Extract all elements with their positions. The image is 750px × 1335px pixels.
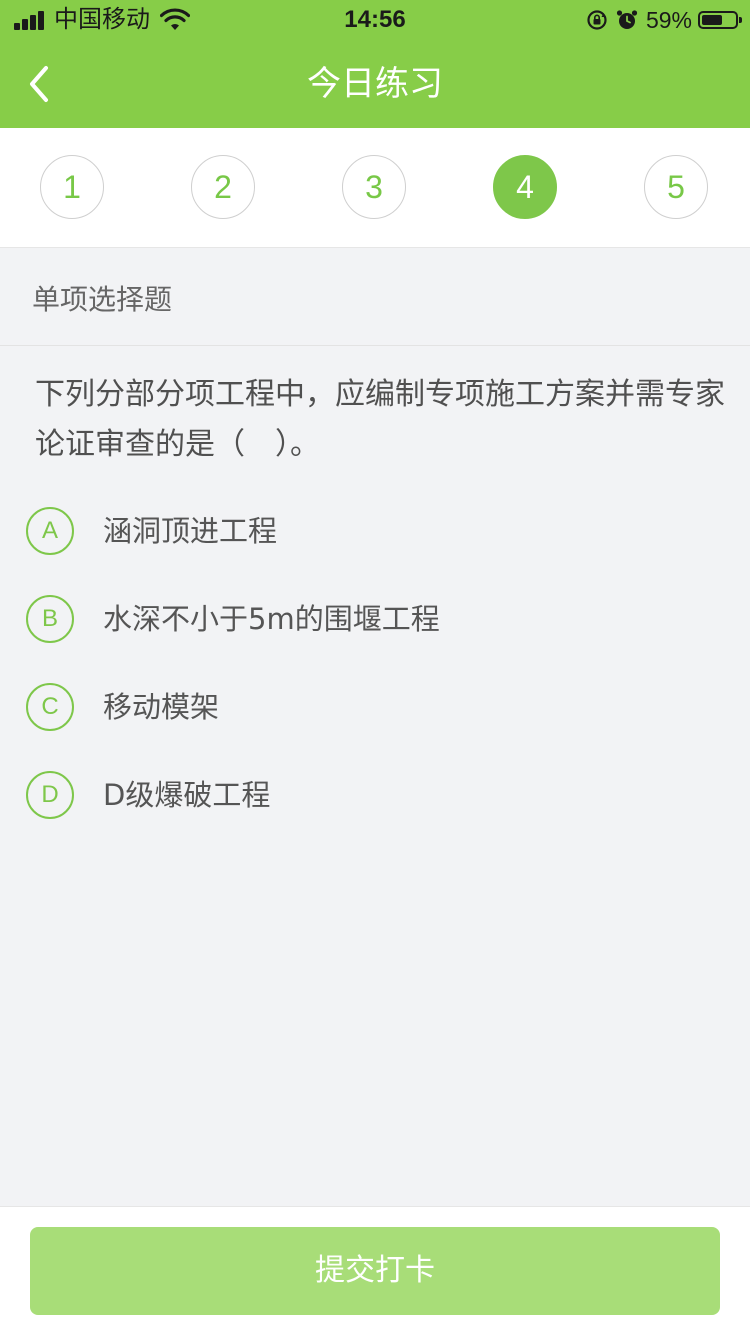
question-number-nav: 1 2 3 4 5 <box>0 128 750 248</box>
page-title: 今日练习 <box>307 64 443 104</box>
question-number-2[interactable]: 2 <box>191 155 255 219</box>
option-text-d: D级爆破工程 <box>103 778 271 812</box>
question-number-5[interactable]: 5 <box>644 155 708 219</box>
nav-bar: 今日练习 <box>0 40 750 128</box>
option-letter-b: B <box>26 595 74 643</box>
battery-percent: 59% <box>645 7 692 33</box>
app-header: 中国移动 14:56 59% 今日练习 <box>0 0 750 128</box>
rotation-lock-icon <box>587 10 607 30</box>
footer-bar: 提交打卡 <box>0 1206 750 1335</box>
question-type-header: 单项选择题 <box>0 248 750 346</box>
option-letter-d: D <box>26 771 74 819</box>
option-text-a: 涵洞顶进工程 <box>103 514 278 548</box>
alarm-icon <box>616 10 638 29</box>
question-type-label: 单项选择题 <box>32 283 173 316</box>
option-letter-c: C <box>26 683 74 731</box>
option-letter-a: A <box>26 507 74 555</box>
submit-checkin-button[interactable]: 提交打卡 <box>30 1227 720 1315</box>
question-stem: 下列分部分项工程中，应编制专项施工方案并需专家论证审查的是（ ）。 <box>35 377 725 462</box>
question-number-3[interactable]: 3 <box>342 155 406 219</box>
battery-icon <box>698 11 742 29</box>
option-text-c: 移动模架 <box>103 690 220 724</box>
option-d[interactable]: D D级爆破工程 <box>26 769 716 821</box>
question-number-4[interactable]: 4 <box>493 155 557 219</box>
option-text-b: 水深不小于5m的围堰工程 <box>103 602 440 636</box>
status-bar-right: 59% <box>586 6 742 34</box>
option-b[interactable]: B 水深不小于5m的围堰工程 <box>26 593 716 645</box>
question-number-1[interactable]: 1 <box>40 155 104 219</box>
status-bar: 中国移动 14:56 59% <box>0 0 750 40</box>
option-a[interactable]: A 涵洞顶进工程 <box>26 505 716 557</box>
option-c[interactable]: C 移动模架 <box>26 681 716 733</box>
